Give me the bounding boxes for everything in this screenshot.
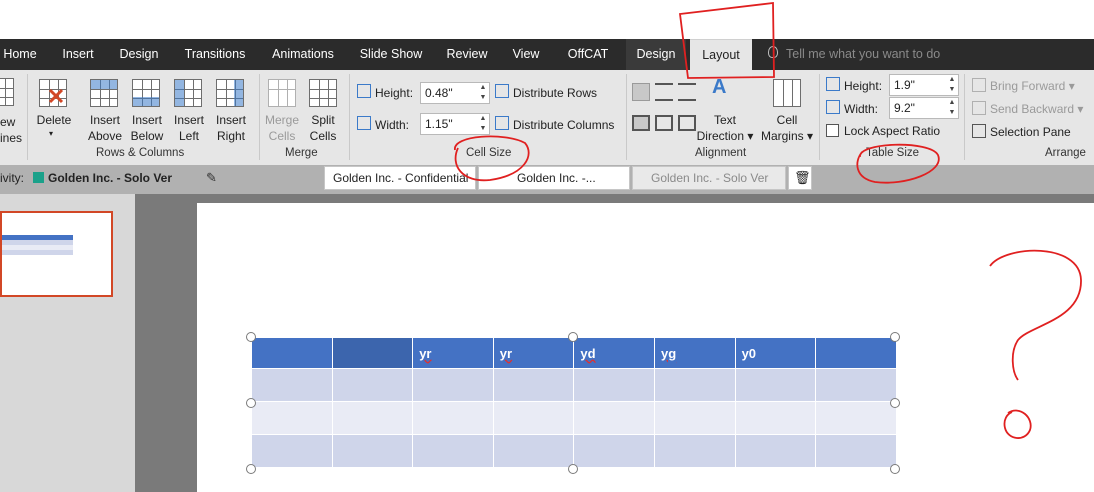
annotation-question-dot [1003,409,1032,439]
red-annotations [454,1,1082,439]
annotation-question-mark [989,249,1082,381]
annotation-layout-box [678,1,775,79]
annotation-cell-size-circle [454,135,530,182]
annotation-table-size-circle [856,143,940,184]
